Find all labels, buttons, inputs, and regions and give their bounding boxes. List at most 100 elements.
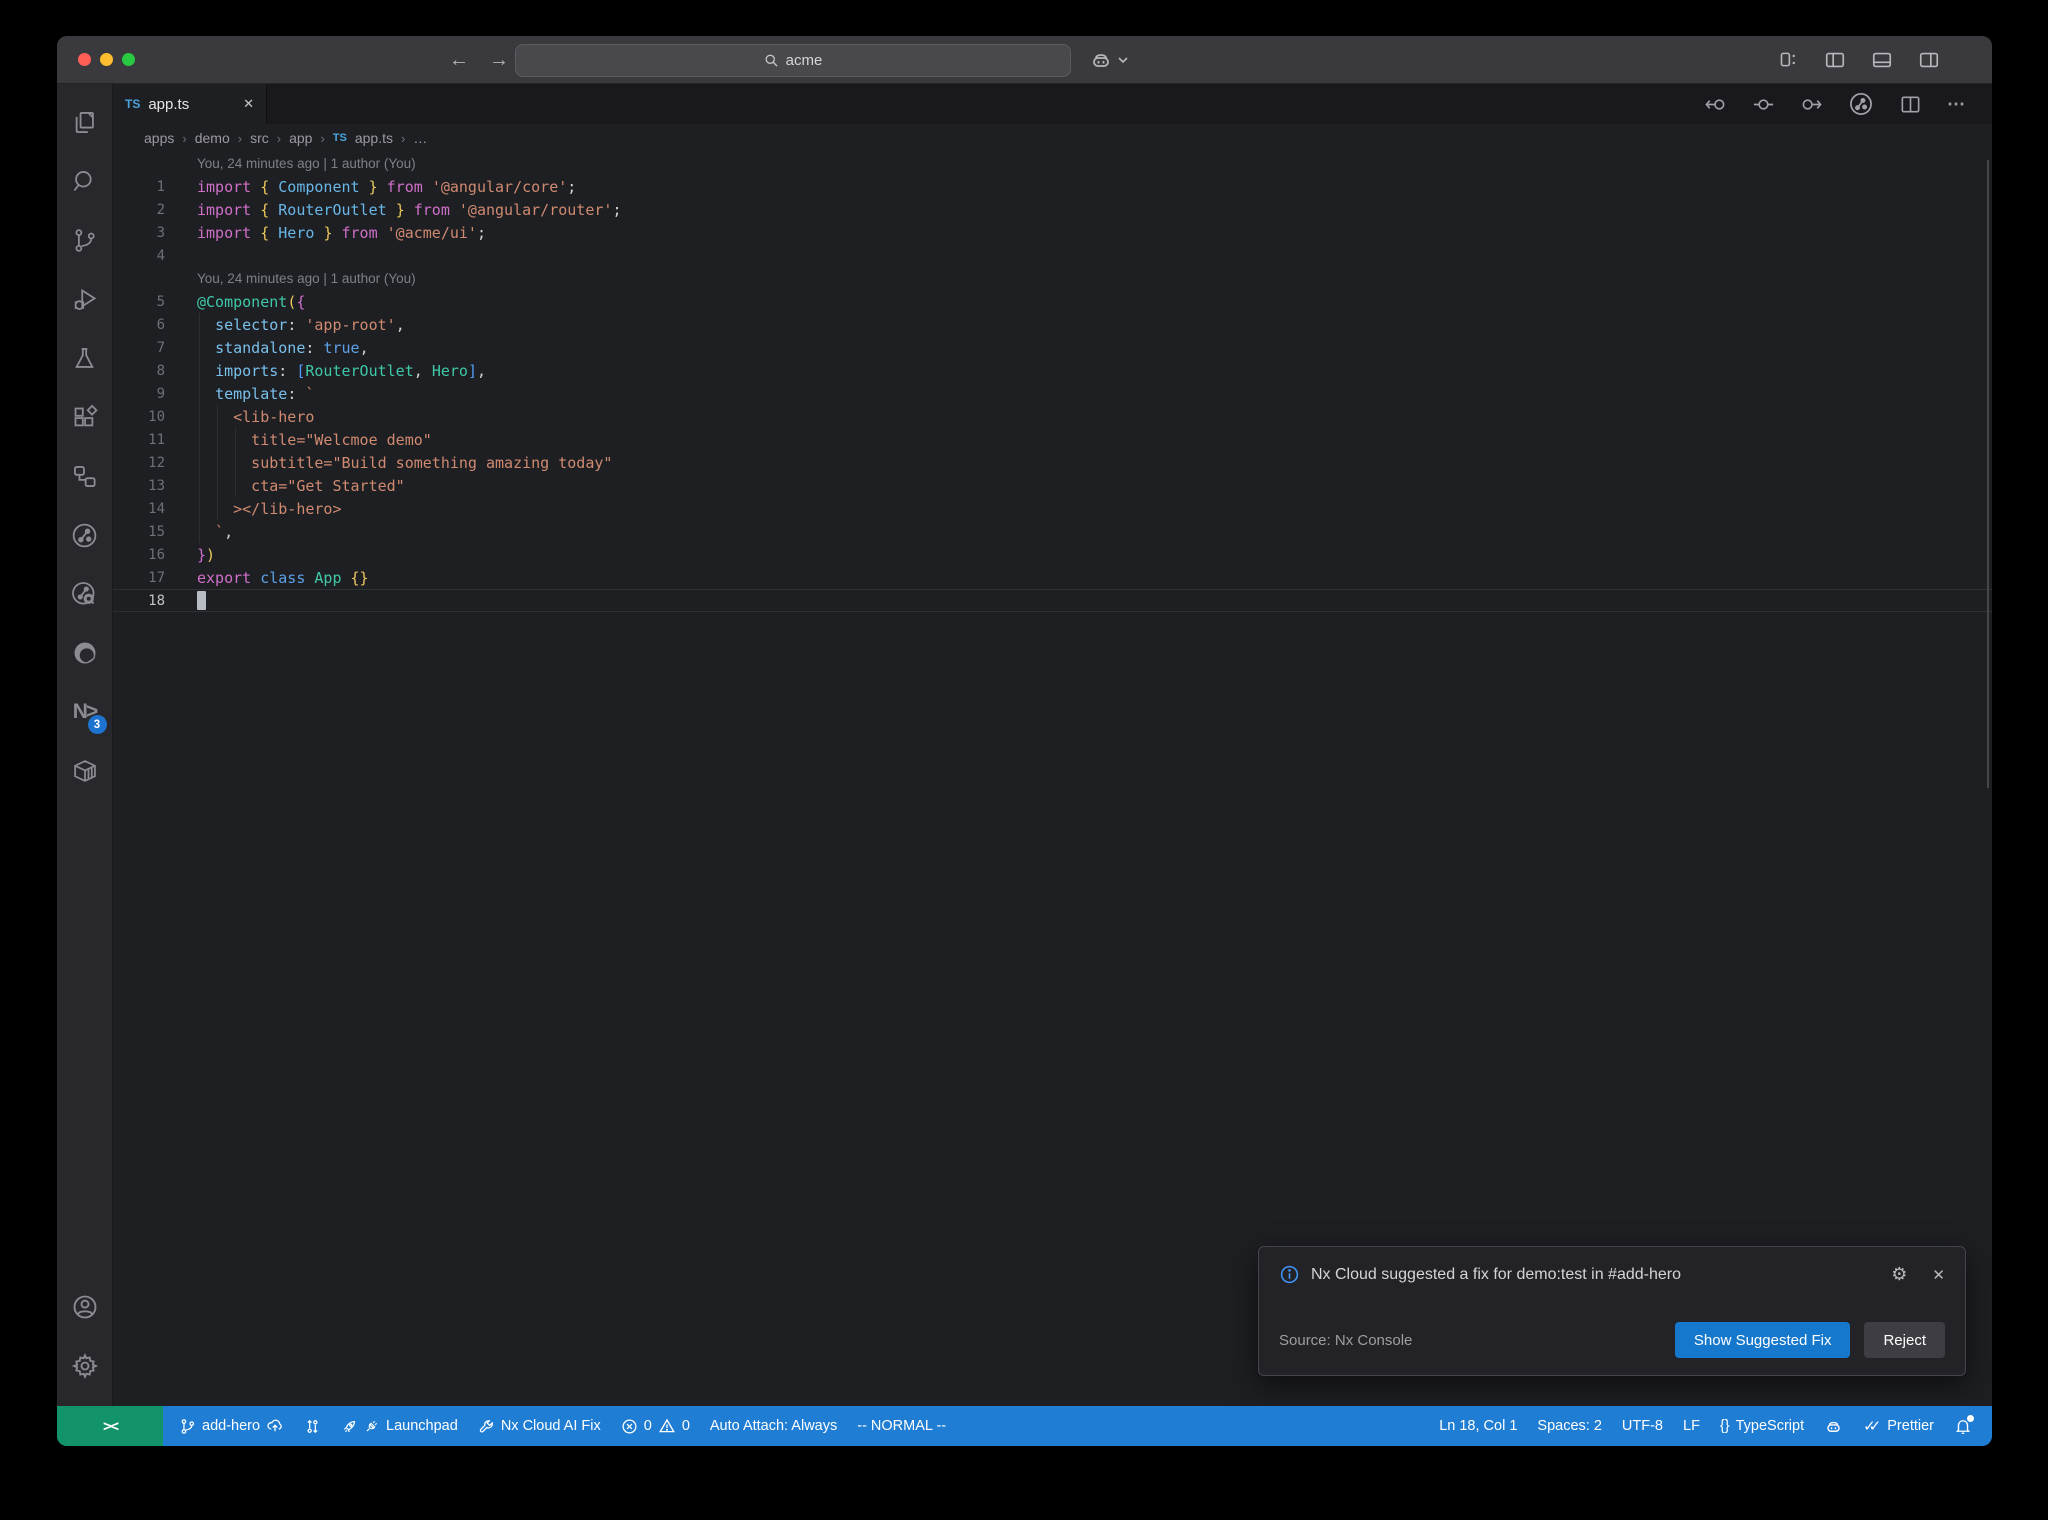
copilot-menu[interactable] (1089, 48, 1129, 72)
code-row[interactable]: 15 `, (113, 520, 1992, 543)
breadcrumb-item[interactable]: app (289, 130, 312, 146)
code-row[interactable]: 17 export class App {} (113, 566, 1992, 589)
git-branch-item[interactable]: add-hero (169, 1417, 294, 1435)
breadcrumb-item[interactable]: apps (144, 130, 174, 146)
auto-attach-item[interactable]: Auto Attach: Always (700, 1418, 847, 1434)
indent-guide (217, 451, 219, 474)
account-icon[interactable] (61, 1283, 109, 1331)
code-row[interactable]: 16}) (113, 543, 1992, 566)
code-editor[interactable]: You, 24 minutes ago | 1 author (You) 1 imp… (113, 152, 1992, 1406)
indent-guide (235, 428, 237, 451)
breadcrumb-item[interactable]: src (250, 130, 269, 146)
extensions-icon[interactable] (61, 393, 109, 441)
toggle-sidebar-left-icon[interactable] (1824, 49, 1846, 71)
command-center-search[interactable]: acme (515, 44, 1071, 77)
remote-indicator[interactable]: >< (57, 1406, 163, 1446)
breadcrumb-item[interactable]: demo (195, 130, 230, 146)
blame-row[interactable]: You, 24 minutes ago | 1 author (You) (113, 267, 1992, 290)
edge-icon[interactable] (61, 629, 109, 677)
toggle-sidebar-right-icon[interactable] (1918, 49, 1940, 71)
activity-bar: N> 3 (57, 84, 113, 1406)
indent-guide (235, 474, 237, 497)
git-compare-item[interactable] (294, 1418, 331, 1435)
testing-icon[interactable] (61, 334, 109, 382)
line-number: 10 (148, 408, 165, 425)
code-row[interactable]: 1 import { Component } from '@angular/cor… (113, 175, 1992, 198)
notification-close-icon[interactable]: ✕ (1932, 1266, 1945, 1284)
blame-row[interactable]: You, 24 minutes ago | 1 author (You) (113, 152, 1992, 175)
forward-button[interactable]: → (489, 50, 509, 70)
code-row[interactable]: 13 cta="Get Started" (113, 474, 1992, 497)
notification-title: Nx Cloud suggested a fix for demo:test i… (1311, 1265, 1681, 1283)
code-row[interactable]: 7 standalone: true, (113, 336, 1992, 359)
next-change-icon[interactable] (1800, 93, 1823, 116)
code-row[interactable]: 18 (113, 589, 1992, 612)
nx-run-icon[interactable] (1848, 91, 1874, 117)
close-tab-icon[interactable]: ✕ (243, 96, 254, 112)
indent-guide (217, 405, 219, 428)
hierarchy-icon[interactable] (61, 452, 109, 500)
container-icon[interactable] (61, 747, 109, 795)
split-editor-icon[interactable] (1899, 93, 1922, 116)
editor-cursor (197, 591, 206, 610)
line-number: 7 (156, 339, 165, 356)
code-row[interactable]: 12 subtitle="Build something amazing tod… (113, 451, 1992, 474)
vim-mode-item[interactable]: -- NORMAL -- (847, 1418, 956, 1434)
more-actions-icon[interactable]: ⋯ (1947, 94, 1966, 115)
tab-label: app.ts (148, 95, 190, 113)
nx-icon[interactable]: N> 3 (61, 688, 109, 736)
explorer-icon[interactable] (61, 98, 109, 146)
launchpad-item[interactable]: Launchpad (331, 1418, 468, 1435)
tab-app-ts[interactable]: TS app.ts ✕ (113, 84, 267, 124)
maximize-window-button[interactable] (122, 53, 135, 66)
search-icon[interactable] (61, 157, 109, 205)
eol-item[interactable]: LF (1673, 1418, 1710, 1434)
code-row[interactable]: 10 <lib-hero (113, 405, 1992, 428)
line-number: 15 (148, 523, 165, 540)
show-suggested-fix-button[interactable]: Show Suggested Fix (1674, 1322, 1851, 1358)
encoding-item[interactable]: UTF-8 (1612, 1418, 1673, 1434)
run-debug-icon[interactable] (61, 275, 109, 323)
breadcrumb-tail[interactable]: … (413, 130, 427, 146)
prev-change-icon[interactable] (1704, 93, 1727, 116)
language-mode-item[interactable]: {} TypeScript (1710, 1418, 1814, 1434)
line-number: 17 (148, 569, 165, 586)
problems-item[interactable]: 0 0 (611, 1417, 700, 1435)
code-row[interactable]: 14 ></lib-hero> (113, 497, 1992, 520)
notification-dot (1967, 1415, 1974, 1422)
nx-cloud-fix-item[interactable]: Nx Cloud AI Fix (468, 1418, 611, 1435)
close-window-button[interactable] (78, 53, 91, 66)
line-number: 2 (156, 201, 165, 218)
settings-icon[interactable] (61, 1342, 109, 1390)
code-row[interactable]: 6 selector: 'app-root', (113, 313, 1992, 336)
prettier-item[interactable]: ✓✓ Prettier (1853, 1417, 1944, 1435)
code-row[interactable]: 3 import { Hero } from '@acme/ui'; (113, 221, 1992, 244)
double-check-icon: ✓✓ (1863, 1418, 1881, 1435)
cursor-position-item[interactable]: Ln 18, Col 1 (1429, 1418, 1527, 1434)
code-row[interactable]: 8 imports: [RouterOutlet, Hero], (113, 359, 1992, 382)
code-row[interactable]: 5 @Component({ (113, 290, 1992, 313)
breadcrumb-file[interactable]: app.ts (355, 130, 393, 146)
code-row[interactable]: 2 import { RouterOutlet } from '@angular/… (113, 198, 1992, 221)
nx-graph-search-icon[interactable] (61, 570, 109, 618)
toggle-panel-icon[interactable] (1871, 49, 1893, 71)
commit-icon[interactable] (1752, 93, 1775, 116)
nx-graph-icon[interactable] (61, 511, 109, 559)
code-row[interactable]: 9 template: ` (113, 382, 1992, 405)
line-number: 12 (148, 454, 165, 471)
indentation-item[interactable]: Spaces: 2 (1527, 1418, 1612, 1434)
notifications-item[interactable] (1944, 1415, 1982, 1435)
code-line: selector: 'app-root', (215, 315, 405, 334)
minimize-window-button[interactable] (100, 53, 113, 66)
code-row[interactable]: 4 (113, 244, 1992, 267)
indent-guide (235, 451, 237, 474)
source-control-icon[interactable] (61, 216, 109, 264)
nx-badge: 3 (87, 715, 107, 734)
copilot-status-item[interactable] (1814, 1417, 1853, 1436)
code-row[interactable]: 11 title="Welcmoe demo" (113, 428, 1992, 451)
back-button[interactable]: ← (449, 50, 469, 70)
scrollbar[interactable] (1987, 160, 1989, 788)
reject-button[interactable]: Reject (1864, 1322, 1945, 1358)
notification-settings-icon[interactable]: ⚙ (1891, 1264, 1907, 1285)
customize-layout-icon[interactable] (1778, 49, 1799, 70)
